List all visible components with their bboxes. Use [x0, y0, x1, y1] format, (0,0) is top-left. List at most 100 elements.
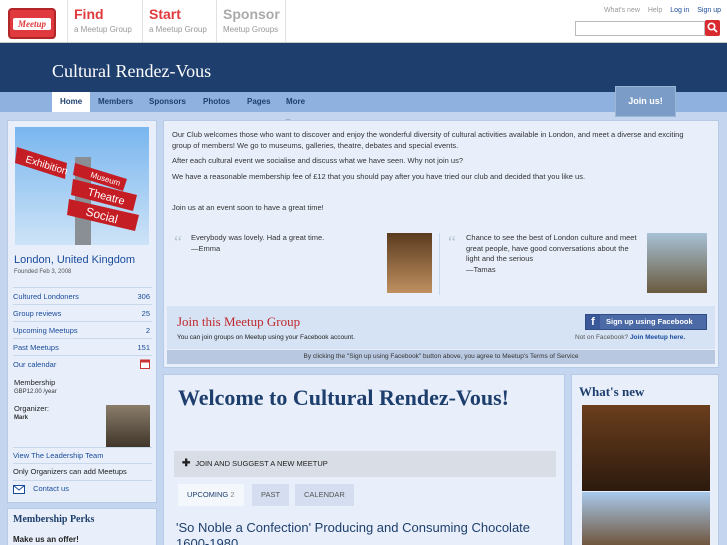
- facebook-icon: f: [586, 315, 600, 329]
- stat-members-label: Cultured Londoners: [13, 292, 79, 301]
- search-icon: [707, 22, 718, 33]
- stat-members-value: 306: [137, 292, 150, 301]
- nav-sponsor-sub: Meetup Groups: [223, 25, 279, 34]
- nav-sponsor[interactable]: Sponsor Meetup Groups: [216, 0, 286, 42]
- intro-paragraph-4: Join us at an event soon to have a great…: [172, 203, 324, 212]
- group-photo[interactable]: Exhibition Museum Theatre Social: [15, 127, 149, 245]
- testimonial-1-photo[interactable]: [387, 233, 432, 293]
- event-title[interactable]: 'So Noble a Confection' Producing and Co…: [176, 520, 556, 545]
- nav-find-title: Find: [74, 6, 104, 22]
- quote-mark-icon: “: [174, 232, 182, 252]
- help-link[interactable]: Help: [648, 7, 662, 14]
- group-city[interactable]: London, United Kingdom: [14, 254, 135, 266]
- join-group-title: Join this Meetup Group: [177, 314, 301, 329]
- welcome-section: Welcome to Cultural Rendez-Vous! ✚ JOIN A…: [163, 374, 565, 545]
- stat-reviews[interactable]: Group reviews 25: [13, 304, 152, 321]
- whats-new-panel: What's new: [571, 374, 719, 545]
- organizer-photo[interactable]: [106, 405, 150, 448]
- perks-title: Membership Perks: [13, 514, 95, 525]
- tab-more[interactable]: More ▾: [278, 92, 313, 126]
- tab-upcoming-label: UPCOMING: [187, 490, 229, 499]
- stat-past[interactable]: Past Meetups 151: [13, 338, 152, 355]
- intro-paragraph-2: After each cultural event we socialise a…: [172, 156, 463, 165]
- only-organizers-note: Only Organizers can add Meetups: [13, 463, 152, 479]
- testimonial-1-text: Everybody was lovely. Had a great time.: [191, 233, 325, 242]
- facebook-signup-label: Sign up using Facebook: [606, 317, 693, 326]
- membership-perks: Membership Perks Make us an offer!: [7, 508, 157, 545]
- stat-past-label: Past Meetups: [13, 343, 59, 352]
- stat-past-value: 151: [137, 343, 150, 352]
- nav-find[interactable]: Find a Meetup Group: [67, 0, 142, 42]
- top-bar: Meetup Find a Meetup Group Start a Meetu…: [0, 0, 727, 43]
- tab-upcoming[interactable]: UPCOMING 2: [178, 484, 244, 506]
- group-description: Our Club welcomes those who want to disc…: [163, 120, 719, 368]
- nav-start-title: Start: [149, 6, 181, 22]
- tab-home[interactable]: Home: [52, 92, 90, 112]
- organizer-label: Organizer:: [14, 404, 50, 413]
- tab-calendar[interactable]: CALENDAR: [295, 484, 354, 506]
- group-sidebar: Exhibition Museum Theatre Social London,…: [7, 120, 157, 503]
- tab-upcoming-count: 2: [230, 490, 235, 499]
- membership-fee: GBP12.00 /year: [14, 389, 57, 395]
- join-meetup-here-link[interactable]: Join Meetup here.: [630, 334, 685, 341]
- nav-find-sub: a Meetup Group: [74, 25, 132, 34]
- terms-notice: By clicking the "Sign up using Facebook"…: [167, 350, 715, 364]
- not-on-facebook-text: Not on Facebook?: [575, 334, 629, 341]
- testimonial-divider: [439, 233, 440, 295]
- testimonial-1-author: —Emma: [191, 243, 221, 253]
- signup-link[interactable]: Sign up: [697, 7, 721, 14]
- suggest-meetup-label: JOIN AND SUGGEST A NEW MEETUP: [195, 459, 328, 468]
- whats-new-title: What's new: [579, 384, 645, 399]
- intro-paragraph-3: We have a reasonable membership fee of £…: [172, 172, 586, 181]
- join-us-button[interactable]: Join us!: [615, 86, 676, 117]
- nav-start-sub: a Meetup Group: [149, 25, 207, 34]
- stat-upcoming[interactable]: Upcoming Meetups 2: [13, 321, 152, 338]
- membership-label: Membership: [14, 378, 56, 387]
- tab-past[interactable]: PAST: [252, 484, 290, 506]
- organizer-info: Organizer: Mark: [14, 404, 49, 421]
- stat-calendar-label: Our calendar: [13, 360, 57, 369]
- testimonial-2-author: —Tamas: [466, 264, 496, 274]
- organizer-name[interactable]: Mark: [14, 415, 49, 421]
- calendar-icon: [140, 356, 150, 375]
- logo-text: Meetup: [13, 18, 51, 30]
- join-group-section: Join this Meetup Group You can join grou…: [167, 306, 715, 349]
- envelope-icon: [13, 484, 25, 494]
- testimonial-2-text: Chance to see the best of London culture…: [466, 233, 637, 263]
- tab-members[interactable]: Members: [90, 92, 141, 112]
- suggest-meetup-button[interactable]: ✚ JOIN AND SUGGEST A NEW MEETUP: [174, 451, 556, 477]
- group-title[interactable]: Cultural Rendez-Vous: [52, 61, 211, 82]
- whats-new-photo-1[interactable]: [582, 405, 710, 491]
- tab-photos[interactable]: Photos: [195, 92, 238, 112]
- login-link[interactable]: Log in: [670, 7, 689, 14]
- search-button[interactable]: [705, 20, 720, 36]
- join-group-subtitle: You can join groups on Meetup using your…: [177, 334, 355, 341]
- tab-pages[interactable]: Pages: [239, 92, 279, 112]
- whats-new-link[interactable]: What's new: [604, 7, 640, 14]
- nav-sponsor-title: Sponsor: [223, 6, 280, 22]
- testimonial-1: Everybody was lovely. Had a great time. …: [191, 233, 371, 254]
- nav-start[interactable]: Start a Meetup Group: [142, 0, 216, 42]
- stat-upcoming-label: Upcoming Meetups: [13, 326, 78, 335]
- contact-us-link[interactable]: Contact us: [13, 480, 152, 496]
- stat-reviews-label: Group reviews: [13, 309, 62, 318]
- leadership-team-link[interactable]: View The Leadership Team: [13, 447, 152, 462]
- welcome-title: Welcome to Cultural Rendez-Vous!: [178, 385, 509, 410]
- stat-members[interactable]: Cultured Londoners 306: [13, 287, 152, 304]
- signpost-illustration: Exhibition Museum Theatre Social: [15, 147, 139, 245]
- meetup-logo[interactable]: Meetup: [8, 8, 56, 39]
- facebook-signup-button[interactable]: f Sign up using Facebook: [585, 314, 707, 330]
- stat-reviews-value: 25: [141, 309, 150, 318]
- tab-sponsors[interactable]: Sponsors: [141, 92, 194, 112]
- stat-calendar[interactable]: Our calendar: [13, 355, 152, 372]
- not-on-facebook: Not on Facebook? Join Meetup here.: [575, 334, 685, 341]
- top-links: What's new Help Log in Sign up: [598, 7, 721, 14]
- whats-new-photo-2[interactable]: [582, 492, 710, 545]
- plus-icon: ✚: [182, 458, 191, 469]
- perks-offer[interactable]: Make us an offer!: [13, 535, 79, 544]
- search-input[interactable]: [575, 21, 705, 36]
- quote-mark-icon: “: [448, 232, 456, 252]
- intro-paragraph-1: Our Club welcomes those who want to disc…: [172, 130, 684, 150]
- testimonial-2-photo[interactable]: [647, 233, 707, 293]
- testimonial-2: Chance to see the best of London culture…: [466, 233, 638, 275]
